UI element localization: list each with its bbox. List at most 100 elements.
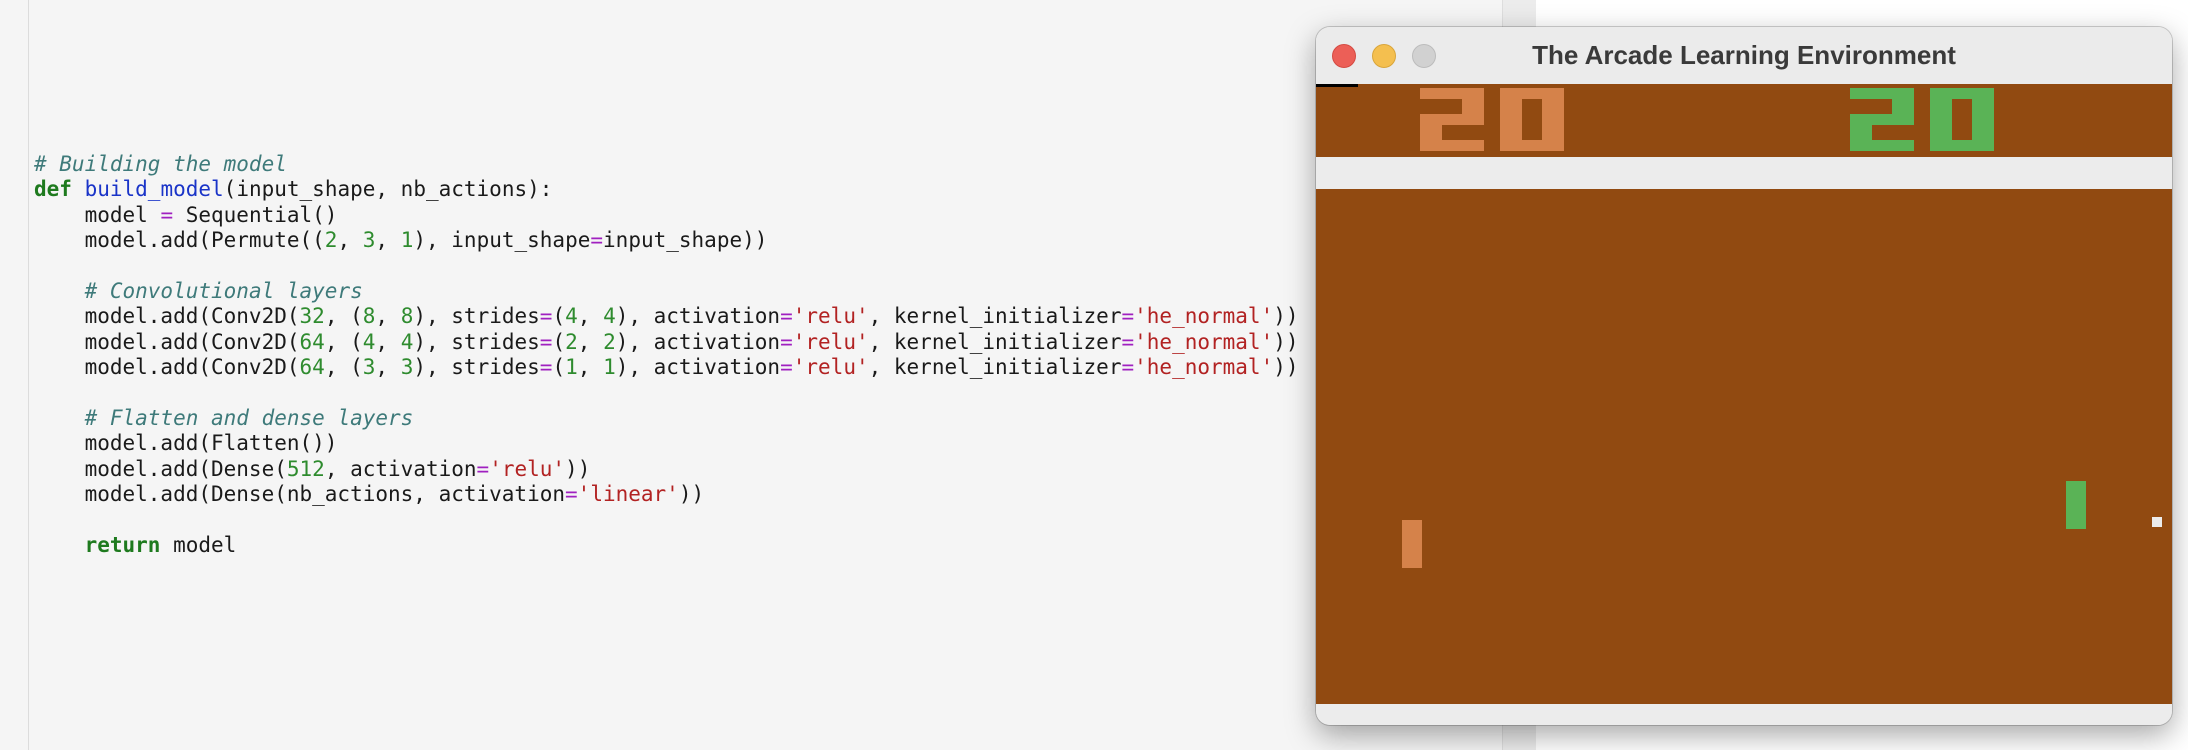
code-token-op: = bbox=[1121, 304, 1135, 329]
code-token-op: = bbox=[1121, 329, 1135, 354]
code-token-plain: model.add(Conv2D( bbox=[34, 355, 300, 380]
code-token-plain: , activation bbox=[324, 456, 477, 481]
score-pixel bbox=[1872, 88, 1892, 99]
code-token-number: 4 bbox=[603, 304, 616, 329]
code-token-plain: ), strides bbox=[413, 355, 540, 380]
code-token-plain: ( bbox=[552, 304, 566, 329]
code-token-plain: ), activation bbox=[615, 304, 781, 329]
code-token-string: 'he_normal' bbox=[1134, 304, 1274, 329]
code-token-number: 1 bbox=[565, 355, 578, 380]
code-token-op: = bbox=[476, 456, 490, 481]
code-line: model.add(Flatten()) bbox=[34, 431, 1299, 456]
code-token-plain: ), strides bbox=[413, 304, 540, 329]
code-line: return model bbox=[34, 533, 1299, 558]
code-token-plain: , bbox=[375, 329, 401, 354]
code-token-plain: model.add(Permute(( bbox=[34, 228, 325, 253]
code-token-op: = bbox=[160, 202, 174, 227]
score-pixel bbox=[1462, 140, 1484, 151]
code-token-plain: )) bbox=[565, 456, 591, 481]
code-token-number: 1 bbox=[400, 228, 414, 253]
code-token-plain: , ( bbox=[324, 329, 363, 354]
score-pixel bbox=[1850, 88, 1872, 99]
score-pixel bbox=[1930, 125, 1952, 140]
code-line: model.add(Permute((2, 3, 1), input_shape… bbox=[34, 228, 1299, 253]
code-token-op: = bbox=[590, 228, 604, 253]
code-line: model.add(Dense(nb_actions, activation='… bbox=[34, 482, 1299, 507]
code-token-plain: )) bbox=[1273, 355, 1299, 380]
code-area[interactable]: # Building the model def build_model ( inpu… bbox=[34, 152, 1299, 558]
code-line: # Flatten and dense layers bbox=[34, 406, 1299, 431]
score-pixel bbox=[1872, 140, 1892, 151]
score-pixel bbox=[1462, 114, 1484, 125]
code-token-number: 4 bbox=[400, 329, 414, 354]
code-token-plain: model bbox=[34, 202, 161, 227]
code-token-string: 'relu' bbox=[792, 304, 869, 329]
pong-game-screen bbox=[1316, 84, 2172, 704]
code-token-plain: ( bbox=[552, 355, 566, 380]
code-token-op: = bbox=[539, 355, 553, 380]
score-pixel bbox=[1850, 114, 1872, 125]
code-token-plain: , kernel_initializer bbox=[868, 355, 1122, 380]
code-line: model.add(Conv2D(32, (8, 8), strides=(4,… bbox=[34, 304, 1299, 329]
code-token-string: 'he_normal' bbox=[1134, 355, 1274, 380]
code-token-plain: , bbox=[375, 304, 401, 329]
score-pixel bbox=[1500, 125, 1522, 140]
code-token-number: 64 bbox=[299, 329, 325, 354]
score-pixel bbox=[1500, 88, 1522, 99]
score-pixel bbox=[1850, 125, 1872, 140]
score-pixel bbox=[1522, 140, 1542, 151]
code-token-string: 'he_normal' bbox=[1134, 329, 1274, 354]
code-token-funcname: build_model bbox=[84, 177, 224, 202]
code-token-plain: , bbox=[375, 228, 401, 253]
code-token-comment: # Building the model bbox=[34, 152, 287, 176]
code-token-number: 4 bbox=[362, 329, 376, 354]
code-token-number: 64 bbox=[299, 355, 325, 380]
code-token-number: 2 bbox=[565, 329, 578, 354]
code-token-string: 'relu' bbox=[489, 456, 566, 481]
code-token-plain: )) bbox=[1273, 329, 1299, 354]
code-token-plain: model.add(Conv2D( bbox=[34, 329, 300, 354]
code-token-keyword: def bbox=[34, 177, 72, 202]
code-token-plain: ), activation bbox=[615, 355, 781, 380]
code-token-op: = bbox=[780, 329, 793, 354]
code-token-plain: , kernel_initializer bbox=[868, 304, 1122, 329]
code-token-plain: model.add(Dense( bbox=[34, 456, 287, 481]
code-token-plain: , kernel_initializer bbox=[868, 329, 1122, 354]
score-pixel bbox=[1462, 99, 1484, 114]
code-token-comment: # Flatten and dense layers bbox=[84, 405, 414, 430]
score-pixel bbox=[1892, 99, 1914, 114]
code-token-plain: )) bbox=[678, 482, 705, 507]
code-token-number: 3 bbox=[362, 355, 376, 380]
score-pixel bbox=[1892, 114, 1914, 125]
code-token-plain: input_shape)) bbox=[603, 228, 768, 253]
score-pixel bbox=[1972, 125, 1994, 140]
code-token-op: = bbox=[565, 482, 578, 507]
score-pixel bbox=[1972, 114, 1994, 125]
code-token-plain: , ( bbox=[324, 355, 363, 380]
code-token-number: 2 bbox=[324, 228, 338, 253]
score-pixel bbox=[1930, 140, 1952, 151]
score-pixel bbox=[1500, 99, 1522, 114]
score-pixel bbox=[1892, 88, 1914, 99]
window-titlebar[interactable]: The Arcade Learning Environment bbox=[1316, 27, 2172, 84]
score-pixel bbox=[1930, 114, 1952, 125]
code-token-number: 8 bbox=[362, 304, 376, 329]
code-editor[interactable]: # Building the model def build_model ( inpu… bbox=[0, 0, 1536, 750]
score-pixel bbox=[1850, 140, 1872, 151]
window-bottom-band bbox=[1316, 704, 2172, 725]
score-pixel bbox=[1952, 140, 1972, 151]
code-token-number: 1 bbox=[603, 355, 616, 380]
code-token-number: 3 bbox=[362, 228, 376, 253]
score-pixel bbox=[1952, 88, 1972, 99]
score-pixel bbox=[1522, 88, 1542, 99]
score-pixel bbox=[1442, 114, 1462, 125]
code-token-plain: ( bbox=[552, 329, 566, 354]
code-token-string: 'relu' bbox=[792, 329, 869, 354]
right-paddle bbox=[2066, 481, 2086, 529]
editor-gutter-border bbox=[28, 0, 29, 750]
score-pixel bbox=[1420, 140, 1442, 151]
